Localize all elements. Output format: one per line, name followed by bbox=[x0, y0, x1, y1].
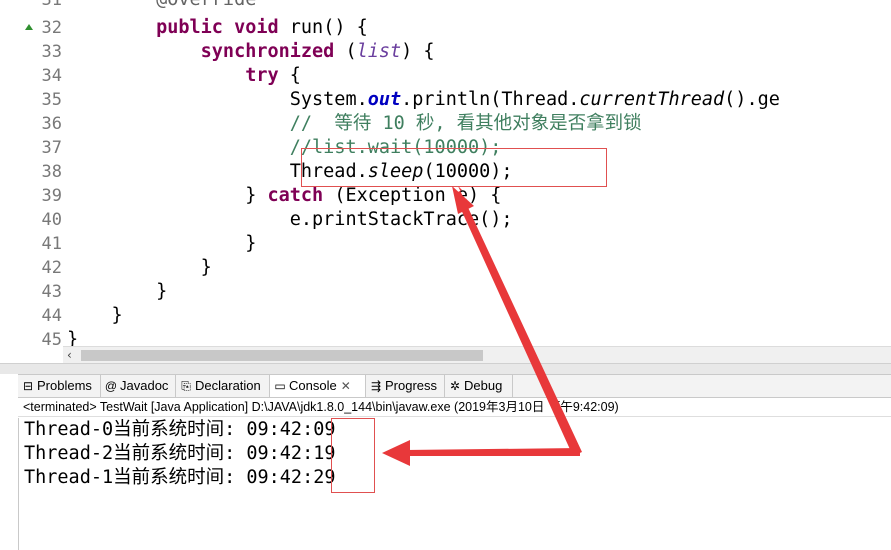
arrow-to-console bbox=[405, 448, 580, 456]
annotation-arrows bbox=[382, 186, 582, 466]
arrow-head-up bbox=[452, 186, 474, 214]
arrow-to-sleep-line bbox=[454, 186, 582, 456]
arrow-head-left bbox=[382, 440, 410, 466]
